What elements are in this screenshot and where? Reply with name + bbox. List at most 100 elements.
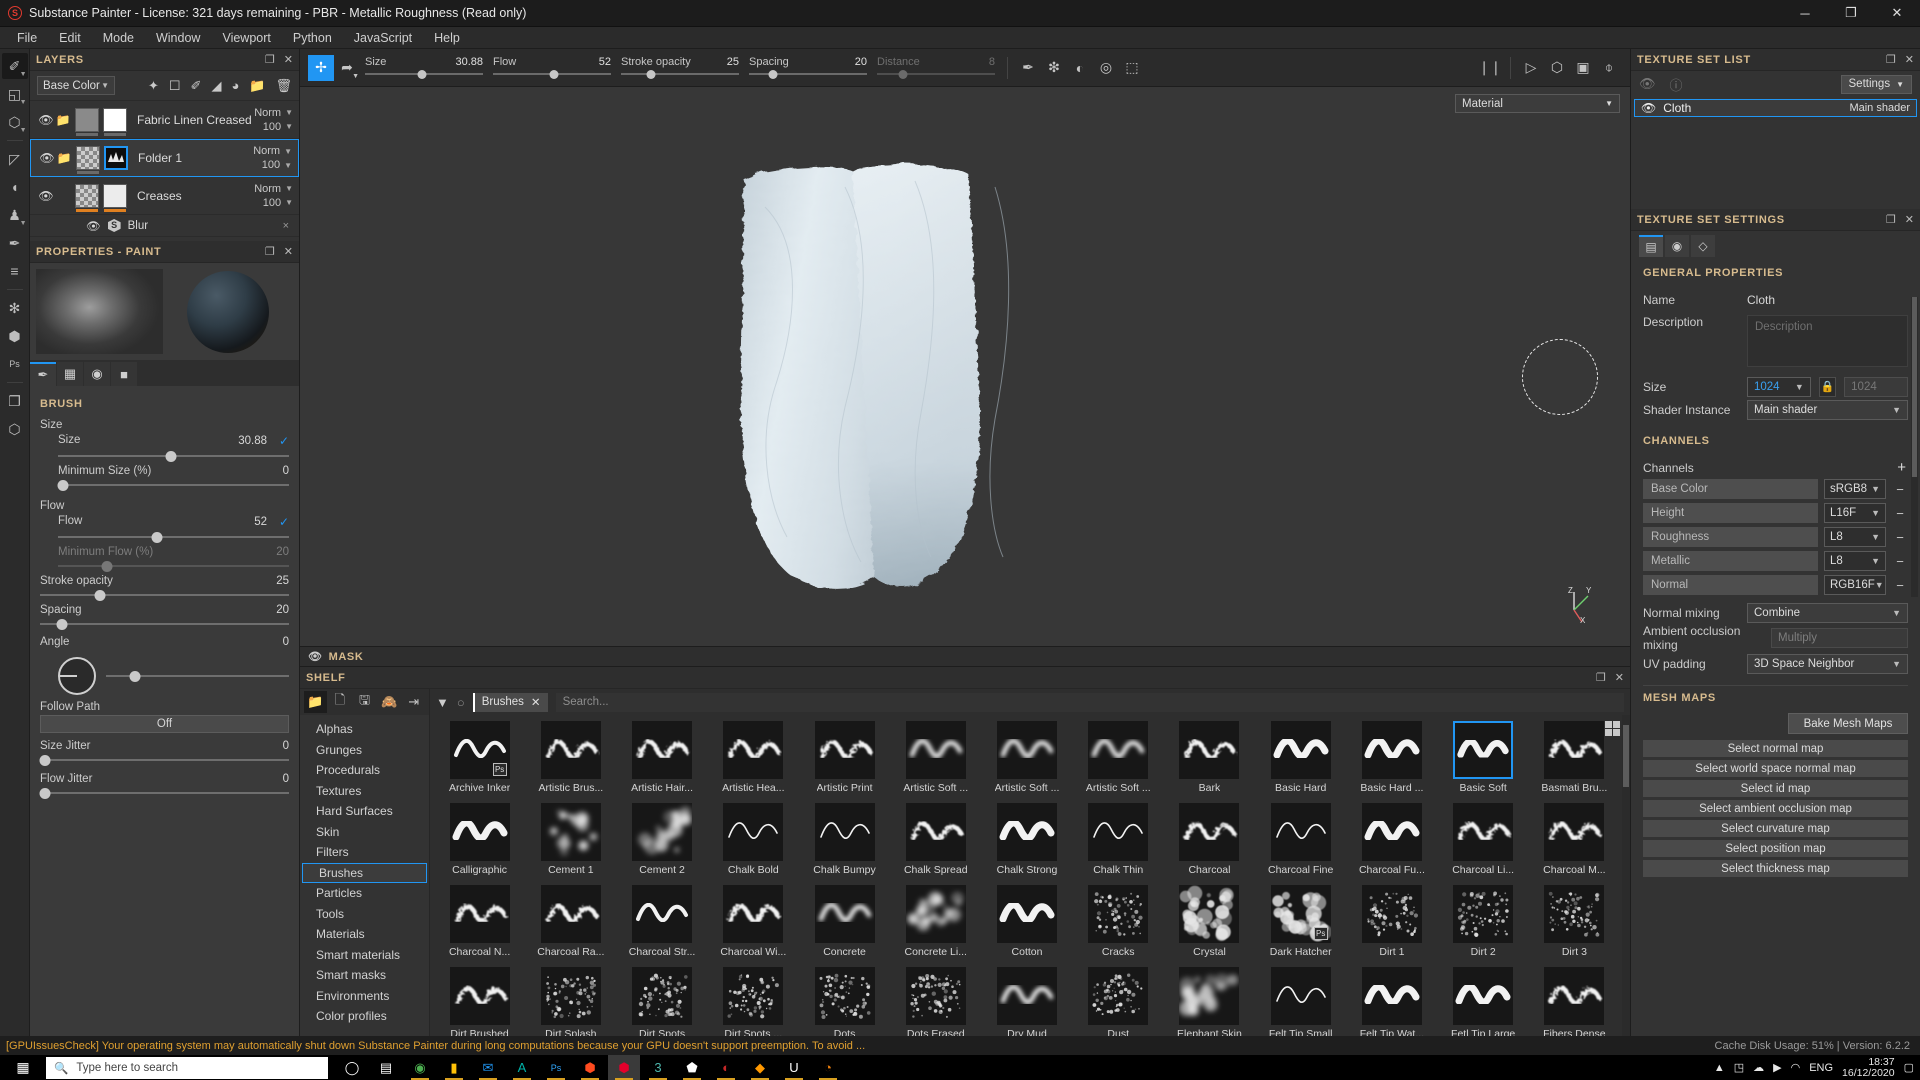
paint-brush-tool[interactable]: ✐ ▼ (1, 53, 28, 79)
shelf-item[interactable]: Cracks (1073, 883, 1164, 965)
brushbar-param-value[interactable]: 8 (989, 56, 995, 68)
shelf-item[interactable]: Dirt 1 (1346, 883, 1437, 965)
layer-blend-mode[interactable]: Norm (254, 107, 281, 119)
property-value[interactable]: 20 (276, 546, 289, 558)
folder-icon[interactable]: 📁 (54, 113, 72, 127)
pressure-icon[interactable]: ✒ (1015, 55, 1041, 81)
shelf-search-input[interactable]: Search... (555, 692, 1624, 712)
save-icon[interactable]: 🖫 (353, 691, 376, 713)
shelf-item[interactable]: Artistic Hea... (708, 719, 799, 801)
layer-opacity[interactable]: 100 (262, 159, 280, 171)
shelf-item[interactable]: Concrete (799, 883, 890, 965)
shelf-category-tools[interactable]: Tools (300, 904, 429, 925)
layer-blend-mode[interactable]: Norm (254, 183, 281, 195)
viewport-material-selector[interactable]: Material ▼ (1455, 94, 1620, 113)
shelf-item[interactable]: Chalk Bumpy (799, 801, 890, 883)
channel-name[interactable]: Metallic (1643, 551, 1818, 571)
menu-viewport[interactable]: Viewport (211, 27, 281, 49)
shelf-item[interactable]: Dirt Spots (616, 965, 707, 1036)
mesh-map-button[interactable]: Select id map (1643, 780, 1908, 797)
shelf-item[interactable]: Artistic Soft ... (981, 719, 1072, 801)
particle-tool[interactable]: ✻ (2, 295, 28, 321)
new-icon[interactable]: 🗋 (329, 691, 352, 713)
chrome-icon[interactable]: ◉ (404, 1055, 436, 1080)
add-channel-button[interactable]: + (1897, 459, 1908, 476)
tab-properties[interactable]: ▤ (1639, 235, 1663, 257)
shelf-category-materials[interactable]: Materials (300, 924, 429, 945)
add-paint-layer-icon[interactable]: ✐ (191, 78, 202, 94)
tiling-icon[interactable]: ◎ (1093, 55, 1119, 81)
property-slider[interactable] (58, 450, 289, 462)
eye-off-icon[interactable]: 👁 (1639, 76, 1656, 92)
shelf-item[interactable]: Dots (799, 965, 890, 1036)
show-hidden-icons-icon[interactable]: ▲ (1714, 1062, 1725, 1074)
menu-mode[interactable]: Mode (92, 27, 145, 49)
viewport-3d[interactable]: Material ▼ Z Y X (300, 87, 1630, 646)
shelf-item[interactable]: Fetl Tip Large (1438, 965, 1529, 1036)
photoshop-link-tool[interactable]: Ps (2, 351, 28, 377)
shelf-category-alphas[interactable]: Alphas (300, 719, 429, 740)
shelf-item[interactable]: Charcoal Fu... (1346, 801, 1437, 883)
shelf-item[interactable]: Dirt Spots ... (708, 965, 799, 1036)
substance-designer-icon[interactable]: ⬢ (574, 1055, 606, 1080)
shelf-item[interactable]: Charcoal Str... (616, 883, 707, 965)
layer-row[interactable]: 👁 📁 Fabric Linen Creased Norm ▼ 100 ▼ (30, 101, 299, 139)
channel-format-select[interactable]: RGB16F ▼ (1824, 575, 1886, 595)
layer-mask-thumbnail[interactable] (104, 146, 128, 170)
channel-name[interactable]: Normal (1643, 575, 1818, 595)
shelf-category-smart-materials[interactable]: Smart materials (300, 945, 429, 966)
close-icon[interactable]: ✕ (531, 695, 541, 709)
tab-alpha[interactable]: ▦ (57, 362, 83, 386)
symmetry-icon[interactable]: ❇ (1041, 55, 1067, 81)
shelf-item[interactable]: Dust (1073, 965, 1164, 1036)
shelf-category-filters[interactable]: Filters (300, 842, 429, 863)
channel-format-select[interactable]: L8 ▼ (1824, 527, 1886, 547)
layer-effect-row[interactable]: 👁 S Blur × (30, 215, 299, 237)
angle-slider[interactable] (106, 670, 289, 682)
channel-format-select[interactable]: L8 ▼ (1824, 551, 1886, 571)
shelf-category-smart-masks[interactable]: Smart masks (300, 965, 429, 986)
brushbar-param-value[interactable]: 20 (855, 56, 867, 68)
layer-thumbnail[interactable] (75, 107, 99, 136)
unreal-icon[interactable]: U (778, 1055, 810, 1080)
tss-undock-icon[interactable]: ❐ (1886, 213, 1896, 226)
remove-channel-button[interactable]: − (1892, 482, 1908, 497)
brushbar-param-slider[interactable] (749, 69, 867, 79)
layer-thumbnail[interactable] (75, 183, 99, 212)
texture-set-row[interactable]: 👁 Cloth Main shader (1634, 99, 1917, 117)
property-value[interactable]: 0 (283, 465, 289, 477)
remove-channel-button[interactable]: − (1892, 578, 1908, 593)
brushbar-param-slider[interactable] (493, 69, 611, 79)
menu-help[interactable]: Help (423, 27, 471, 49)
pause-icon[interactable]: ❘❘ (1477, 55, 1503, 81)
sound-icon[interactable]: ▶ (1773, 1061, 1781, 1074)
property-slider[interactable] (57, 479, 289, 491)
shelf-item[interactable]: Basic Soft (1438, 719, 1529, 801)
right-panel-scrollbar[interactable] (1911, 297, 1918, 597)
normal-mixing-select[interactable]: Combine ▼ (1747, 602, 1908, 623)
move-icon[interactable]: ✢ (308, 54, 334, 81)
mesh-map-button[interactable]: Select ambient occlusion map (1643, 800, 1908, 817)
bake-mesh-maps-button[interactable]: Bake Mesh Maps (1788, 713, 1908, 734)
shelf-item[interactable]: Cement 1 (525, 801, 616, 883)
channel-format-select[interactable]: L16F ▼ (1824, 503, 1886, 523)
layer-row[interactable]: 👁 Creases Norm ▼ 100 ▼ (30, 177, 299, 215)
shelf-undock-icon[interactable]: ❐ (1596, 671, 1606, 684)
shelf-item[interactable]: Dirt 2 (1438, 883, 1529, 965)
3d-view-icon[interactable]: ⬡ (1544, 55, 1570, 81)
mesh-map-button[interactable]: Select normal map (1643, 740, 1908, 757)
layers-undock-icon[interactable]: ❐ (265, 53, 275, 66)
menu-javascript[interactable]: JavaScript (343, 27, 423, 49)
shelf-item[interactable]: Cotton (981, 883, 1072, 965)
property-slider[interactable] (40, 589, 289, 601)
shelf-item[interactable]: Chalk Bold (708, 801, 799, 883)
camera-view-icon[interactable]: ▣ (1570, 55, 1596, 81)
pressure-toggle-icon[interactable]: ✓ (273, 515, 289, 529)
shelf-item[interactable]: Chalk Thin (1073, 801, 1164, 883)
mesh-map-button[interactable]: Select thickness map (1643, 860, 1908, 877)
tsl-close-icon[interactable]: ✕ (1905, 53, 1914, 66)
file-explorer-icon[interactable]: ▮ (438, 1055, 470, 1080)
description-field[interactable]: Description (1747, 315, 1908, 367)
menu-edit[interactable]: Edit (48, 27, 92, 49)
grid-view-toggle-icon[interactable] (1605, 721, 1620, 736)
